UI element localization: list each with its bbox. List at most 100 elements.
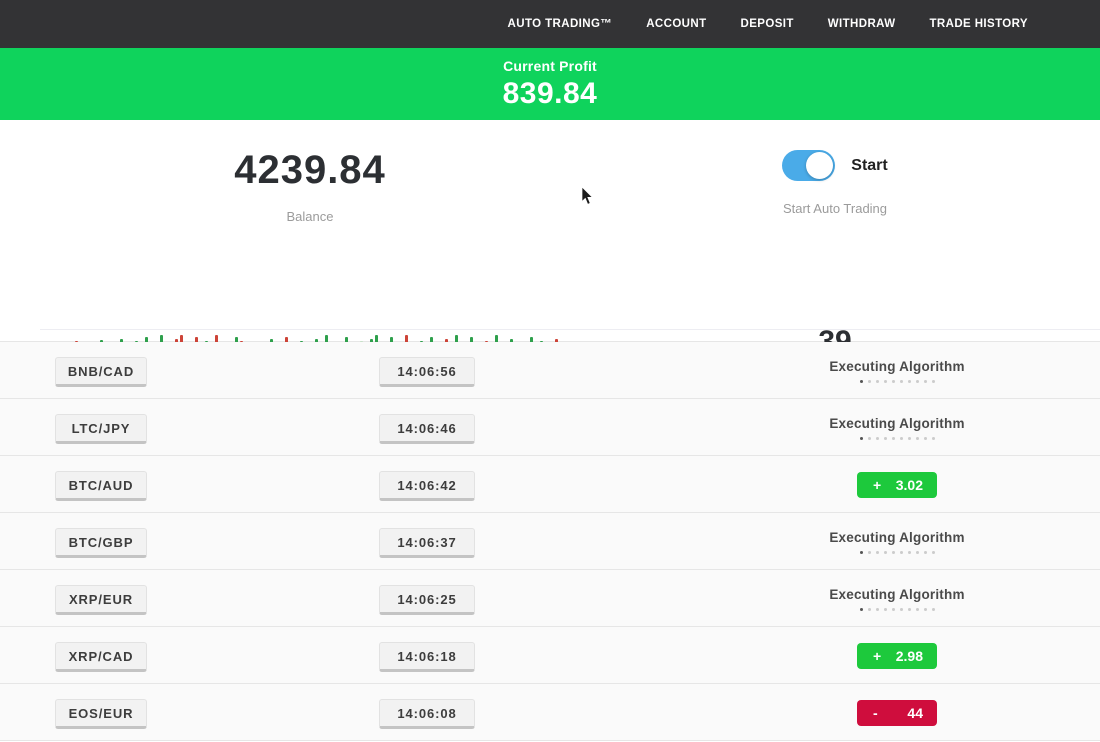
- progress-dot-icon: [860, 437, 863, 440]
- progress-dot-icon: [932, 437, 935, 440]
- progress-dot-icon: [868, 437, 871, 440]
- stats-section: 4239.84 Balance Start Start Auto Trading…: [0, 120, 1100, 341]
- trade-rows: BNB/CAD14:06:56Executing AlgorithmLTC/JP…: [0, 341, 1100, 741]
- progress-dot-icon: [932, 380, 935, 383]
- progress-dot-icon: [892, 380, 895, 383]
- progress-dot-icon: [868, 380, 871, 383]
- pair-badge: XRP/CAD: [55, 642, 147, 672]
- auto-trading-block: Start Start Auto Trading: [620, 150, 1050, 216]
- progress-dot-icon: [876, 380, 879, 383]
- balance-block: 4239.84 Balance: [0, 148, 620, 224]
- trade-row: EOS/EUR 14:06:08 - 44: [0, 684, 1100, 741]
- status-cell: Executing Algorithm: [797, 342, 997, 399]
- result-sign: +: [869, 477, 881, 493]
- pair-badge: LTC/JPY: [55, 414, 147, 444]
- progress-dot-icon: [900, 608, 903, 611]
- trade-row: LTC/JPY 14:06:46 Executing Algorithm: [0, 399, 1100, 456]
- profit-badge: +3.02: [857, 472, 937, 498]
- progress-dot-icon: [860, 608, 863, 611]
- nav-item-withdraw[interactable]: WITHDRAW: [828, 18, 896, 30]
- nav-item-trade-history[interactable]: TRADE HISTORY: [930, 18, 1029, 30]
- progress-dot-icon: [884, 437, 887, 440]
- status-cell: Executing Algorithm: [797, 570, 997, 627]
- progress-dot-icon: [908, 380, 911, 383]
- progress-dot-icon: [924, 608, 927, 611]
- start-auto-trading-label: Start Auto Trading: [620, 201, 1050, 216]
- current-profit-value: 839.84: [0, 77, 1100, 111]
- pair-badge: XRP/EUR: [55, 585, 147, 615]
- current-profit-banner: Current Profit 839.84: [0, 48, 1100, 120]
- progress-dot-icon: [908, 437, 911, 440]
- progress-dot-icon: [900, 551, 903, 554]
- time-badge: 14:06:42: [379, 471, 475, 501]
- progress-dot-icon: [900, 380, 903, 383]
- executing-algorithm-label: Executing Algorithm: [829, 416, 964, 431]
- start-toggle-label: Start: [851, 157, 887, 175]
- progress-dot-icon: [884, 551, 887, 554]
- progress-dot-icon: [876, 437, 879, 440]
- trade-row: BTC/GBP14:06:37Executing Algorithm: [0, 513, 1100, 570]
- balance-label: Balance: [0, 209, 620, 224]
- executing-algorithm-label: Executing Algorithm: [829, 587, 964, 602]
- trade-row: BNB/CAD 14:06:56 Executing Algorithm: [0, 342, 1100, 399]
- progress-dot-icon: [876, 608, 879, 611]
- nav-item-deposit[interactable]: DEPOSIT: [741, 18, 794, 30]
- progress-dot-icon: [908, 551, 911, 554]
- status-cell: Executing Algorithm: [797, 399, 997, 456]
- pair-badge: BNB/CAD: [55, 357, 147, 387]
- progress-dot-icon: [876, 551, 879, 554]
- pair-badge: BTC/AUD: [55, 471, 147, 501]
- progress-dot-icon: [916, 608, 919, 611]
- status-cell: - 44: [797, 684, 997, 741]
- executing-algorithm-label: Executing Algorithm: [829, 359, 964, 374]
- result-sign: -: [869, 705, 878, 721]
- progress-dot-icon: [924, 437, 927, 440]
- profit-badge: +2.98: [857, 643, 937, 669]
- time-badge: 14:06:08: [379, 699, 475, 729]
- progress-dot-icon: [892, 608, 895, 611]
- progress-dot-icon: [932, 551, 935, 554]
- top-nav: AUTO TRADING™ ACCOUNT DEPOSIT WITHDRAW TRADE…: [0, 0, 1100, 48]
- time-badge: 14:06:56: [379, 357, 475, 387]
- progress-dot-icon: [924, 380, 927, 383]
- progress-dot-icon: [884, 608, 887, 611]
- progress-dot-icon: [860, 551, 863, 554]
- progress-dot-icon: [916, 437, 919, 440]
- result-value: 3.02: [896, 477, 925, 493]
- time-badge: 14:06:18: [379, 642, 475, 672]
- status-cell: Executing Algorithm: [797, 513, 997, 570]
- nav-item-account[interactable]: ACCOUNT: [646, 18, 706, 30]
- trade-row: BTC/AUD 14:06:42 +3.02: [0, 456, 1100, 513]
- progress-dot-icon: [868, 608, 871, 611]
- time-badge: 14:06:37: [379, 528, 475, 558]
- current-profit-label: Current Profit: [0, 58, 1100, 74]
- progress-dots: [860, 380, 935, 383]
- time-badge: 14:06:46: [379, 414, 475, 444]
- toggle-knob-icon: [806, 152, 833, 179]
- nav-item-auto-trading[interactable]: AUTO TRADING™: [508, 18, 613, 30]
- trade-row: XRP/EUR 14:06:25 Executing Algorithm: [0, 570, 1100, 627]
- time-badge: 14:06:25: [379, 585, 475, 615]
- balance-value: 4239.84: [0, 148, 620, 193]
- loss-badge: - 44: [857, 700, 937, 726]
- progress-dot-icon: [932, 608, 935, 611]
- trade-row: XRP/CAD 14:06:18 +2.98: [0, 627, 1100, 684]
- progress-dots: [860, 608, 935, 611]
- progress-dot-icon: [916, 380, 919, 383]
- executing-algorithm-label: Executing Algorithm: [829, 530, 964, 545]
- progress-dot-icon: [916, 551, 919, 554]
- status-cell: +3.02: [797, 456, 997, 513]
- start-toggle[interactable]: [782, 150, 835, 181]
- progress-dot-icon: [892, 437, 895, 440]
- result-sign: +: [869, 648, 881, 664]
- progress-dot-icon: [868, 551, 871, 554]
- status-cell: +2.98: [797, 627, 997, 684]
- result-value: 44: [907, 705, 925, 721]
- pair-badge: EOS/EUR: [55, 699, 147, 729]
- progress-dot-icon: [908, 608, 911, 611]
- result-value: 2.98: [896, 648, 925, 664]
- progress-dots: [860, 437, 935, 440]
- progress-dot-icon: [884, 380, 887, 383]
- progress-dot-icon: [860, 380, 863, 383]
- progress-dot-icon: [924, 551, 927, 554]
